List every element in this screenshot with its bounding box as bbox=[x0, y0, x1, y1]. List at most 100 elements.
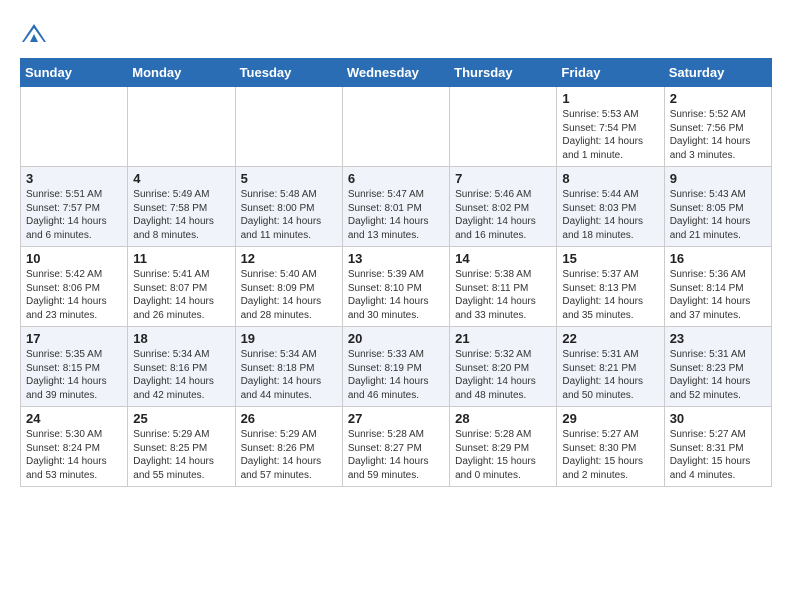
day-number: 26 bbox=[241, 411, 337, 426]
logo bbox=[20, 20, 52, 48]
day-cell bbox=[235, 87, 342, 167]
day-number: 30 bbox=[670, 411, 766, 426]
day-cell: 7 Sunrise: 5:46 AM Sunset: 8:02 PM Daylig… bbox=[450, 167, 557, 247]
day-info: Sunrise: 5:29 AM Sunset: 8:25 PM Dayligh… bbox=[133, 428, 229, 482]
day-info: Sunrise: 5:30 AM Sunset: 8:24 PM Dayligh… bbox=[26, 428, 122, 482]
day-info: Sunrise: 5:48 AM Sunset: 8:00 PM Dayligh… bbox=[241, 188, 337, 242]
calendar-table: SundayMondayTuesdayWednesdayThursdayFrid… bbox=[20, 58, 772, 487]
day-number: 11 bbox=[133, 251, 229, 266]
day-cell bbox=[450, 87, 557, 167]
day-number: 19 bbox=[241, 331, 337, 346]
day-cell: 26 Sunrise: 5:29 AM Sunset: 8:26 PM Dayli… bbox=[235, 407, 342, 487]
day-cell: 15 Sunrise: 5:37 AM Sunset: 8:13 PM Dayli… bbox=[557, 247, 664, 327]
day-cell: 4 Sunrise: 5:49 AM Sunset: 7:58 PM Daylig… bbox=[128, 167, 235, 247]
week-row: 10 Sunrise: 5:42 AM Sunset: 8:06 PM Dayli… bbox=[21, 247, 772, 327]
day-info: Sunrise: 5:52 AM Sunset: 7:56 PM Dayligh… bbox=[670, 108, 766, 162]
day-cell: 27 Sunrise: 5:28 AM Sunset: 8:27 PM Dayli… bbox=[342, 407, 449, 487]
day-number: 21 bbox=[455, 331, 551, 346]
day-cell bbox=[21, 87, 128, 167]
day-info: Sunrise: 5:53 AM Sunset: 7:54 PM Dayligh… bbox=[562, 108, 658, 162]
day-number: 7 bbox=[455, 171, 551, 186]
day-info: Sunrise: 5:38 AM Sunset: 8:11 PM Dayligh… bbox=[455, 268, 551, 322]
day-info: Sunrise: 5:46 AM Sunset: 8:02 PM Dayligh… bbox=[455, 188, 551, 242]
day-number: 15 bbox=[562, 251, 658, 266]
day-number: 22 bbox=[562, 331, 658, 346]
day-cell: 19 Sunrise: 5:34 AM Sunset: 8:18 PM Dayli… bbox=[235, 327, 342, 407]
day-cell: 16Sunrise: 5:36 AM Sunset: 8:14 PM Dayli… bbox=[664, 247, 771, 327]
day-cell: 1 Sunrise: 5:53 AM Sunset: 7:54 PM Daylig… bbox=[557, 87, 664, 167]
day-number: 20 bbox=[348, 331, 444, 346]
day-number: 2 bbox=[670, 91, 766, 106]
day-number: 25 bbox=[133, 411, 229, 426]
week-row: 3 Sunrise: 5:51 AM Sunset: 7:57 PM Daylig… bbox=[21, 167, 772, 247]
day-cell: 8 Sunrise: 5:44 AM Sunset: 8:03 PM Daylig… bbox=[557, 167, 664, 247]
day-cell: 28 Sunrise: 5:28 AM Sunset: 8:29 PM Dayli… bbox=[450, 407, 557, 487]
day-number: 9 bbox=[670, 171, 766, 186]
day-number: 1 bbox=[562, 91, 658, 106]
day-number: 17 bbox=[26, 331, 122, 346]
day-info: Sunrise: 5:51 AM Sunset: 7:57 PM Dayligh… bbox=[26, 188, 122, 242]
day-number: 10 bbox=[26, 251, 122, 266]
day-cell: 18 Sunrise: 5:34 AM Sunset: 8:16 PM Dayli… bbox=[128, 327, 235, 407]
day-info: Sunrise: 5:41 AM Sunset: 8:07 PM Dayligh… bbox=[133, 268, 229, 322]
day-info: Sunrise: 5:37 AM Sunset: 8:13 PM Dayligh… bbox=[562, 268, 658, 322]
day-cell: 9Sunrise: 5:43 AM Sunset: 8:05 PM Daylig… bbox=[664, 167, 771, 247]
day-cell: 12Sunrise: 5:40 AM Sunset: 8:09 PM Dayli… bbox=[235, 247, 342, 327]
day-header-sunday: Sunday bbox=[21, 59, 128, 87]
day-header-saturday: Saturday bbox=[664, 59, 771, 87]
week-row: 24Sunrise: 5:30 AM Sunset: 8:24 PM Dayli… bbox=[21, 407, 772, 487]
day-cell: 6 Sunrise: 5:47 AM Sunset: 8:01 PM Daylig… bbox=[342, 167, 449, 247]
day-headers: SundayMondayTuesdayWednesdayThursdayFrid… bbox=[21, 59, 772, 87]
day-info: Sunrise: 5:33 AM Sunset: 8:19 PM Dayligh… bbox=[348, 348, 444, 402]
day-number: 27 bbox=[348, 411, 444, 426]
day-info: Sunrise: 5:44 AM Sunset: 8:03 PM Dayligh… bbox=[562, 188, 658, 242]
day-info: Sunrise: 5:36 AM Sunset: 8:14 PM Dayligh… bbox=[670, 268, 766, 322]
day-info: Sunrise: 5:28 AM Sunset: 8:27 PM Dayligh… bbox=[348, 428, 444, 482]
day-header-monday: Monday bbox=[128, 59, 235, 87]
day-info: Sunrise: 5:49 AM Sunset: 7:58 PM Dayligh… bbox=[133, 188, 229, 242]
day-info: Sunrise: 5:42 AM Sunset: 8:06 PM Dayligh… bbox=[26, 268, 122, 322]
logo-icon bbox=[20, 20, 48, 48]
day-number: 12 bbox=[241, 251, 337, 266]
day-cell: 5 Sunrise: 5:48 AM Sunset: 8:00 PM Daylig… bbox=[235, 167, 342, 247]
day-info: Sunrise: 5:27 AM Sunset: 8:31 PM Dayligh… bbox=[670, 428, 766, 482]
day-cell: 24Sunrise: 5:30 AM Sunset: 8:24 PM Dayli… bbox=[21, 407, 128, 487]
day-cell: 30 Sunrise: 5:27 AM Sunset: 8:31 PM Dayli… bbox=[664, 407, 771, 487]
day-cell: 25 Sunrise: 5:29 AM Sunset: 8:25 PM Dayli… bbox=[128, 407, 235, 487]
day-number: 6 bbox=[348, 171, 444, 186]
day-cell: 2 Sunrise: 5:52 AM Sunset: 7:56 PM Daylig… bbox=[664, 87, 771, 167]
day-number: 8 bbox=[562, 171, 658, 186]
day-cell: 20 Sunrise: 5:33 AM Sunset: 8:19 PM Dayli… bbox=[342, 327, 449, 407]
day-header-wednesday: Wednesday bbox=[342, 59, 449, 87]
day-cell: 29Sunrise: 5:27 AM Sunset: 8:30 PM Dayli… bbox=[557, 407, 664, 487]
week-row: 17 Sunrise: 5:35 AM Sunset: 8:15 PM Dayli… bbox=[21, 327, 772, 407]
day-info: Sunrise: 5:34 AM Sunset: 8:18 PM Dayligh… bbox=[241, 348, 337, 402]
day-info: Sunrise: 5:31 AM Sunset: 8:21 PM Dayligh… bbox=[562, 348, 658, 402]
day-number: 14 bbox=[455, 251, 551, 266]
day-header-tuesday: Tuesday bbox=[235, 59, 342, 87]
day-number: 18 bbox=[133, 331, 229, 346]
day-cell: 13Sunrise: 5:39 AM Sunset: 8:10 PM Dayli… bbox=[342, 247, 449, 327]
day-info: Sunrise: 5:27 AM Sunset: 8:30 PM Dayligh… bbox=[562, 428, 658, 482]
day-number: 4 bbox=[133, 171, 229, 186]
day-info: Sunrise: 5:34 AM Sunset: 8:16 PM Dayligh… bbox=[133, 348, 229, 402]
day-number: 3 bbox=[26, 171, 122, 186]
day-info: Sunrise: 5:29 AM Sunset: 8:26 PM Dayligh… bbox=[241, 428, 337, 482]
day-number: 23 bbox=[670, 331, 766, 346]
day-info: Sunrise: 5:32 AM Sunset: 8:20 PM Dayligh… bbox=[455, 348, 551, 402]
day-cell: 3 Sunrise: 5:51 AM Sunset: 7:57 PM Daylig… bbox=[21, 167, 128, 247]
day-cell bbox=[342, 87, 449, 167]
day-number: 5 bbox=[241, 171, 337, 186]
day-cell: 22 Sunrise: 5:31 AM Sunset: 8:21 PM Dayli… bbox=[557, 327, 664, 407]
page-header bbox=[20, 20, 772, 48]
week-row: 1 Sunrise: 5:53 AM Sunset: 7:54 PM Daylig… bbox=[21, 87, 772, 167]
day-cell bbox=[128, 87, 235, 167]
day-header-thursday: Thursday bbox=[450, 59, 557, 87]
day-cell: 17 Sunrise: 5:35 AM Sunset: 8:15 PM Dayli… bbox=[21, 327, 128, 407]
day-info: Sunrise: 5:35 AM Sunset: 8:15 PM Dayligh… bbox=[26, 348, 122, 402]
day-info: Sunrise: 5:28 AM Sunset: 8:29 PM Dayligh… bbox=[455, 428, 551, 482]
day-cell: 10 Sunrise: 5:42 AM Sunset: 8:06 PM Dayli… bbox=[21, 247, 128, 327]
day-cell: 23Sunrise: 5:31 AM Sunset: 8:23 PM Dayli… bbox=[664, 327, 771, 407]
day-info: Sunrise: 5:47 AM Sunset: 8:01 PM Dayligh… bbox=[348, 188, 444, 242]
day-number: 28 bbox=[455, 411, 551, 426]
